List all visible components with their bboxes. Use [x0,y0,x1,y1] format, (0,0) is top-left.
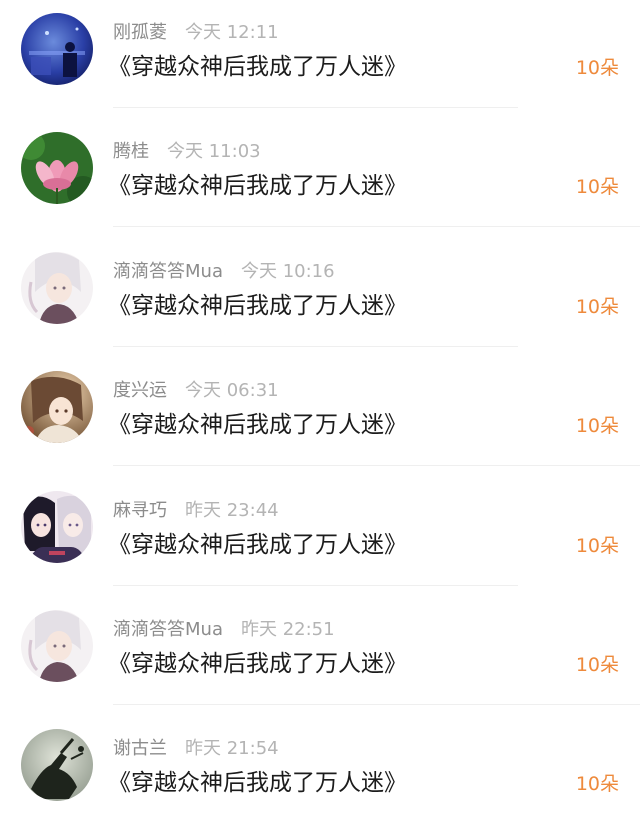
divider [113,465,640,466]
book-title[interactable]: 《穿越众神后我成了万人迷》 [108,51,407,83]
avatar[interactable] [21,13,93,85]
item-meta: 谢古兰 昨天 21:54 [113,736,279,762]
list-item[interactable]: 谢古兰 昨天 21:54 《穿越众神后我成了万人迷》 10朵 [0,716,640,836]
anime-pair-avatar [21,491,93,563]
flower-count: 10朵 [575,654,619,676]
item-meta: 麻寻巧 昨天 23:44 [113,498,279,524]
item-meta: 度兴运 今天 06:31 [113,378,279,404]
flower-count: 10朵 [575,415,619,437]
divider [113,585,518,586]
list-item[interactable]: 麻寻巧 昨天 23:44 《穿越众神后我成了万人迷》 10朵 [0,478,640,598]
flower-count: 10朵 [575,773,619,795]
item-meta: 腾桂 今天 11:03 [113,139,261,165]
flower-count: 10朵 [575,535,619,557]
user-name[interactable]: 滴滴答答Mua [113,619,223,640]
divider [113,704,640,705]
list-item[interactable]: 度兴运 今天 06:31 《穿越众神后我成了万人迷》 10朵 [0,358,640,478]
user-name[interactable]: 刚孤菱 [113,22,167,43]
book-title[interactable]: 《穿越众神后我成了万人迷》 [108,648,407,680]
timestamp: 昨天 21:54 [185,738,279,759]
anime-boy-avatar [21,610,93,682]
list-item[interactable]: 滴滴答答Mua 今天 10:16 《穿越众神后我成了万人迷》 10朵 [0,239,640,359]
gift-record-list: 刚孤菱 今天 12:11 《穿越众神后我成了万人迷》 10朵 腾桂 今天 11:03… [0,0,640,805]
list-item[interactable]: 滴滴答答Mua 昨天 22:51 《穿越众神后我成了万人迷》 10朵 [0,597,640,717]
avatar[interactable] [21,371,93,443]
flower-count: 10朵 [575,296,619,318]
divider [113,226,640,227]
avatar[interactable] [21,610,93,682]
timestamp: 昨天 22:51 [240,619,335,640]
night-room-avatar [21,13,93,85]
item-meta: 滴滴答答Mua 昨天 22:51 [113,617,335,643]
flower-count: 10朵 [575,176,619,198]
book-title[interactable]: 《穿越众神后我成了万人迷》 [108,170,407,202]
user-name[interactable]: 度兴运 [113,380,167,401]
avatar[interactable] [21,729,93,801]
book-title[interactable]: 《穿越众神后我成了万人迷》 [108,409,407,441]
dark-hand-avatar [21,729,93,801]
user-name[interactable]: 谢古兰 [113,738,167,759]
list-item[interactable]: 腾桂 今天 11:03 《穿越众神后我成了万人迷》 10朵 [0,119,640,239]
timestamp: 今天 12:11 [185,22,279,43]
divider [113,107,518,108]
avatar[interactable] [21,491,93,563]
item-meta: 滴滴答答Mua 今天 10:16 [113,259,335,285]
avatar[interactable] [21,132,93,204]
item-meta: 刚孤菱 今天 12:11 [113,20,279,46]
anime-girl-avatar [21,371,93,443]
timestamp: 今天 10:16 [240,261,335,282]
anime-boy-avatar [21,252,93,324]
timestamp: 今天 11:03 [167,141,261,162]
user-name[interactable]: 滴滴答答Mua [113,261,223,282]
book-title[interactable]: 《穿越众神后我成了万人迷》 [108,767,407,799]
user-name[interactable]: 腾桂 [113,141,149,162]
timestamp: 今天 06:31 [185,380,279,401]
flower-count: 10朵 [575,57,619,79]
user-name[interactable]: 麻寻巧 [113,500,167,521]
lotus-flower-avatar [21,132,93,204]
avatar[interactable] [21,252,93,324]
book-title[interactable]: 《穿越众神后我成了万人迷》 [108,290,407,322]
timestamp: 昨天 23:44 [185,500,279,521]
list-item[interactable]: 刚孤菱 今天 12:11 《穿越众神后我成了万人迷》 10朵 [0,0,640,120]
divider [113,346,518,347]
book-title[interactable]: 《穿越众神后我成了万人迷》 [108,529,407,561]
